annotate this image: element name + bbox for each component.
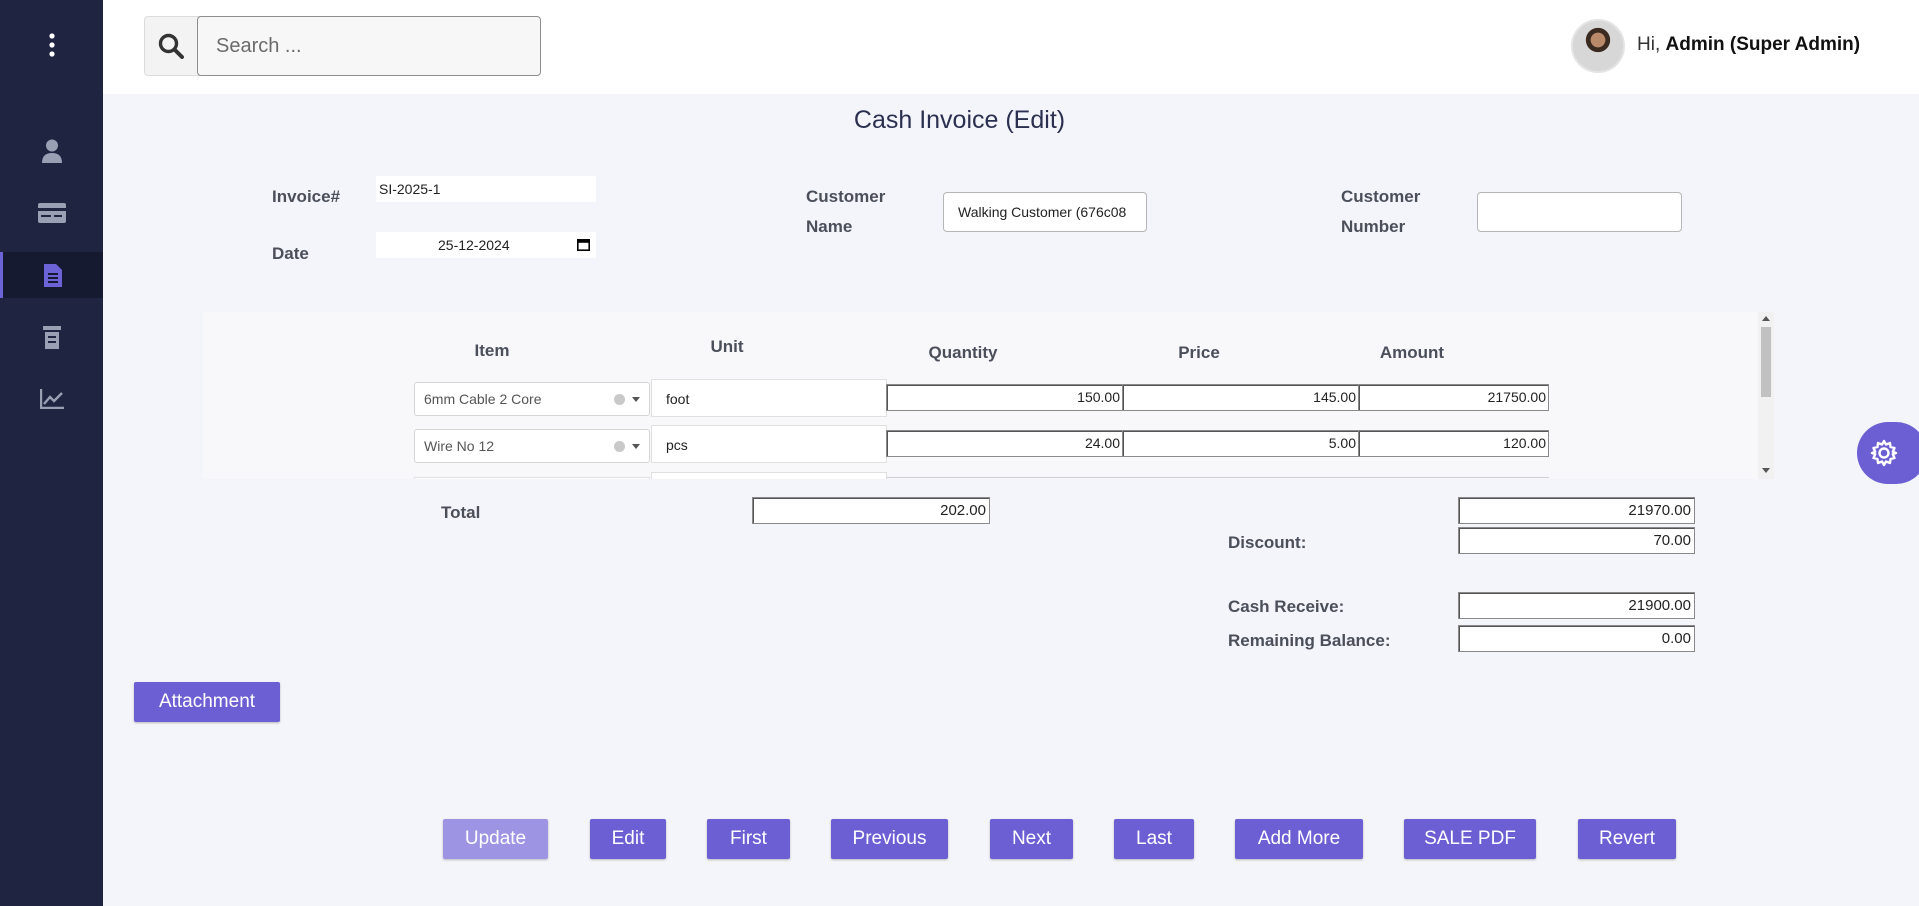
quantity-field[interactable]: 150.00 — [886, 384, 1123, 411]
column-header-item: Item — [474, 341, 510, 360]
stack-icon — [42, 325, 61, 349]
settings-button[interactable] — [1857, 422, 1919, 484]
customer-name-label-2: Name — [806, 217, 853, 236]
amount-field[interactable]: 21750.00 — [1358, 384, 1549, 411]
sidebar-item-reports[interactable] — [0, 376, 103, 422]
chevron-down-icon[interactable] — [632, 397, 640, 402]
unit-field[interactable]: foot — [651, 379, 887, 417]
item-select-value: 6mm Cable 2 Core — [424, 391, 542, 407]
item-select[interactable]: Wire No 12 — [414, 429, 650, 463]
customer-number-label-1: Customer — [1341, 187, 1421, 206]
scroll-up-icon[interactable] — [1762, 316, 1770, 321]
clear-icon[interactable] — [614, 441, 625, 452]
sidebar-item-payments[interactable] — [0, 190, 103, 236]
total-amount-field[interactable]: 21970.00 — [1458, 497, 1695, 524]
date-label: Date — [272, 244, 309, 263]
next-button[interactable]: Next — [990, 819, 1073, 859]
customer-number-field[interactable] — [1477, 192, 1682, 232]
customer-number-label-2: Number — [1341, 217, 1406, 236]
item-select[interactable] — [414, 477, 650, 479]
revert-button[interactable]: Revert — [1578, 819, 1676, 859]
add-more-button[interactable]: Add More — [1235, 819, 1363, 859]
price-field[interactable]: 5.00 — [1122, 430, 1359, 457]
user-icon — [41, 139, 62, 163]
discount-field[interactable]: 70.00 — [1458, 527, 1695, 554]
edit-button[interactable]: Edit — [590, 819, 666, 859]
invoice-number-field[interactable]: SI-2025-1 — [376, 176, 596, 202]
clear-icon[interactable] — [614, 394, 625, 405]
invoice-icon — [44, 263, 62, 287]
sidebar — [0, 0, 103, 906]
avatar[interactable] — [1571, 19, 1625, 73]
card-icon — [37, 203, 66, 223]
sidebar-item-stock[interactable] — [0, 314, 103, 360]
search-input[interactable] — [197, 16, 541, 76]
total-label: Total — [441, 503, 481, 522]
date-field[interactable]: 25-12-2024 — [376, 232, 596, 258]
customer-name-field[interactable]: Walking Customer (676c08 — [943, 192, 1147, 232]
sidebar-item-invoices[interactable] — [0, 252, 103, 298]
search-box — [144, 16, 541, 76]
sale-pdf-button[interactable]: SALE PDF — [1404, 819, 1536, 859]
greeting-text: Hi, — [1637, 34, 1661, 55]
row-divider — [886, 477, 1549, 478]
column-header-amount: Amount — [1379, 343, 1445, 362]
remaining-balance-field[interactable]: 0.00 — [1458, 625, 1695, 652]
item-select-value: Wire No 12 — [424, 438, 495, 454]
discount-label: Discount: — [1228, 533, 1307, 552]
previous-button[interactable]: Previous — [831, 819, 948, 859]
page-title: Cash Invoice (Edit) — [853, 106, 1066, 134]
unit-field[interactable]: pcs — [651, 425, 887, 463]
invoice-label: Invoice# — [272, 187, 341, 206]
column-header-quantity: Quantity — [928, 343, 998, 362]
item-select[interactable]: 6mm Cable 2 Core — [414, 382, 650, 416]
scroll-thumb[interactable] — [1761, 327, 1771, 397]
calendar-icon[interactable] — [577, 239, 590, 251]
last-button[interactable]: Last — [1114, 819, 1194, 859]
user-greeting[interactable]: Hi, Admin (Super Admin) — [1637, 34, 1860, 56]
update-button[interactable]: Update — [443, 819, 548, 859]
column-header-unit: Unit — [710, 337, 744, 356]
first-button[interactable]: First — [707, 819, 790, 859]
price-field[interactable]: 145.00 — [1122, 384, 1359, 411]
search-icon[interactable] — [145, 17, 197, 75]
date-value: 25-12-2024 — [438, 237, 510, 253]
table-scrollbar[interactable] — [1758, 312, 1774, 479]
unit-field[interactable] — [651, 472, 887, 479]
amount-field[interactable]: 120.00 — [1358, 430, 1549, 457]
total-quantity-field[interactable]: 202.00 — [752, 497, 990, 524]
menu-dots-icon[interactable] — [0, 22, 103, 68]
items-table: Item Unit Quantity Price Amount 6mm Cabl… — [203, 312, 1774, 479]
chevron-down-icon[interactable] — [632, 444, 640, 449]
quantity-field[interactable]: 24.00 — [886, 430, 1123, 457]
customer-name-label-1: Customer — [806, 187, 886, 206]
remaining-balance-label: Remaining Balance: — [1228, 631, 1391, 650]
cash-receive-field[interactable]: 21900.00 — [1458, 592, 1695, 619]
user-role: (Super Admin) — [1729, 34, 1861, 55]
gear-icon — [1870, 439, 1898, 467]
chart-icon — [39, 389, 64, 409]
top-bar: Hi, Admin (Super Admin) — [103, 0, 1919, 94]
attachment-button[interactable]: Attachment — [134, 682, 280, 722]
scroll-down-icon[interactable] — [1762, 468, 1770, 473]
user-name: Admin — [1665, 34, 1725, 55]
column-header-price: Price — [1178, 343, 1220, 362]
cash-receive-label: Cash Receive: — [1228, 597, 1345, 616]
